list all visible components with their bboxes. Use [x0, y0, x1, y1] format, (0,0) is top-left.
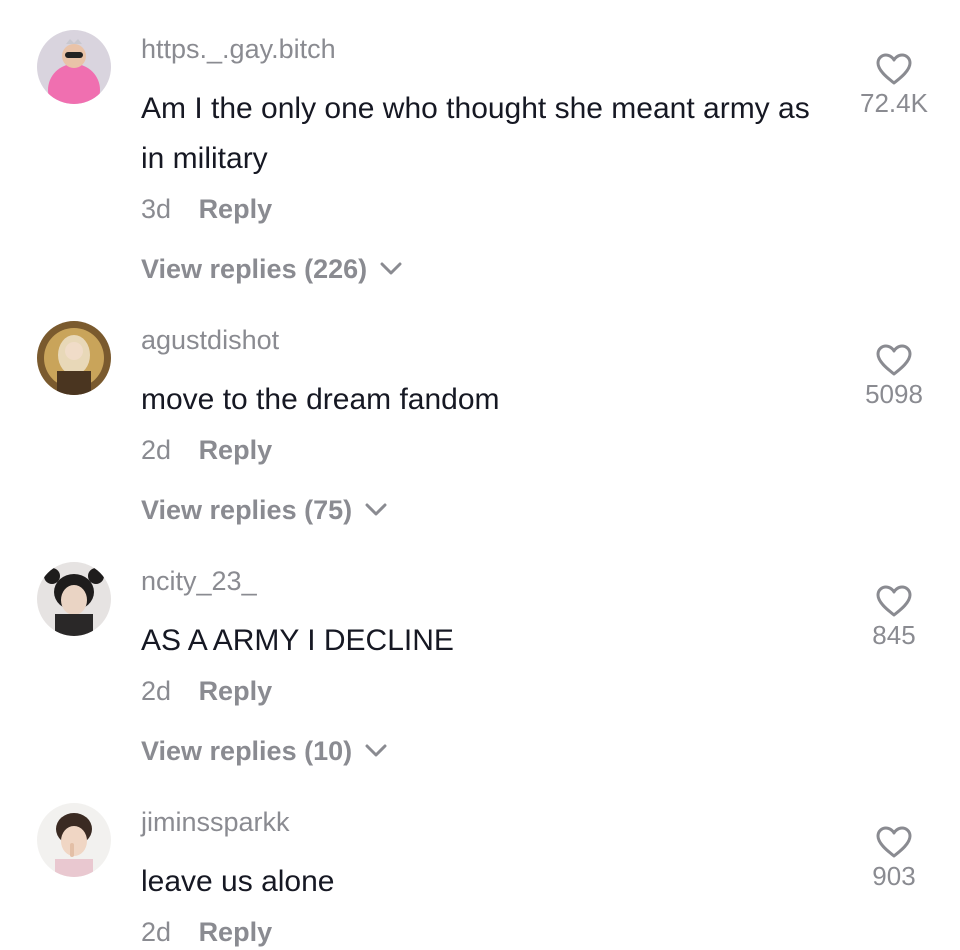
view-replies-button[interactable]: View replies (75) [141, 495, 388, 526]
heart-outline-icon[interactable] [875, 52, 913, 86]
comment-username[interactable]: ncity_23_ [141, 566, 257, 597]
reply-button[interactable]: Reply [199, 435, 273, 465]
avatar[interactable] [37, 30, 111, 104]
comment-time: 2d [141, 917, 172, 947]
comment-meta: 2d Reply [141, 676, 272, 707]
chevron-down-icon [380, 262, 402, 275]
comment-text: AS A ARMY I DECLINE [141, 624, 454, 657]
reply-button[interactable]: Reply [199, 676, 273, 706]
view-replies-label: View replies (226) [141, 254, 368, 284]
heart-outline-icon[interactable] [875, 343, 913, 377]
avatar[interactable] [37, 803, 111, 877]
comment-username[interactable]: jiminssparkk [141, 807, 290, 838]
view-replies-button[interactable]: View replies (10) [141, 736, 388, 767]
comment-text: Am I the only one who thought she meant … [141, 92, 810, 175]
comment-meta: 3d Reply [141, 194, 272, 225]
view-replies-button[interactable]: View replies (226) [141, 254, 403, 285]
comment-text: leave us alone [141, 865, 335, 898]
like-count: 5098 [865, 379, 923, 409]
like-control: 903 [846, 825, 942, 892]
view-replies-label: View replies (75) [141, 495, 353, 525]
comment-time: 3d [141, 194, 172, 224]
comment-meta: 2d Reply [141, 435, 272, 466]
comment-time: 2d [141, 676, 172, 706]
like-control: 72.4K [846, 52, 942, 119]
like-control: 845 [846, 584, 942, 651]
view-replies-label: View replies (10) [141, 736, 353, 766]
like-count: 72.4K [860, 88, 928, 118]
comment-time: 2d [141, 435, 172, 465]
heart-outline-icon[interactable] [875, 825, 913, 859]
comment-meta: 2d Reply [141, 917, 272, 948]
chevron-down-icon [365, 503, 387, 516]
avatar[interactable] [37, 321, 111, 395]
comment-username[interactable]: https._.gay.bitch [141, 34, 336, 65]
avatar[interactable] [37, 562, 111, 636]
like-control: 5098 [846, 343, 942, 410]
heart-outline-icon[interactable] [875, 584, 913, 618]
chevron-down-icon [365, 744, 387, 757]
comment-text: move to the dream fandom [141, 383, 500, 416]
reply-button[interactable]: Reply [199, 917, 273, 947]
like-count: 903 [872, 861, 916, 891]
like-count: 845 [872, 620, 916, 650]
comment-username[interactable]: agustdishot [141, 325, 279, 356]
reply-button[interactable]: Reply [199, 194, 273, 224]
